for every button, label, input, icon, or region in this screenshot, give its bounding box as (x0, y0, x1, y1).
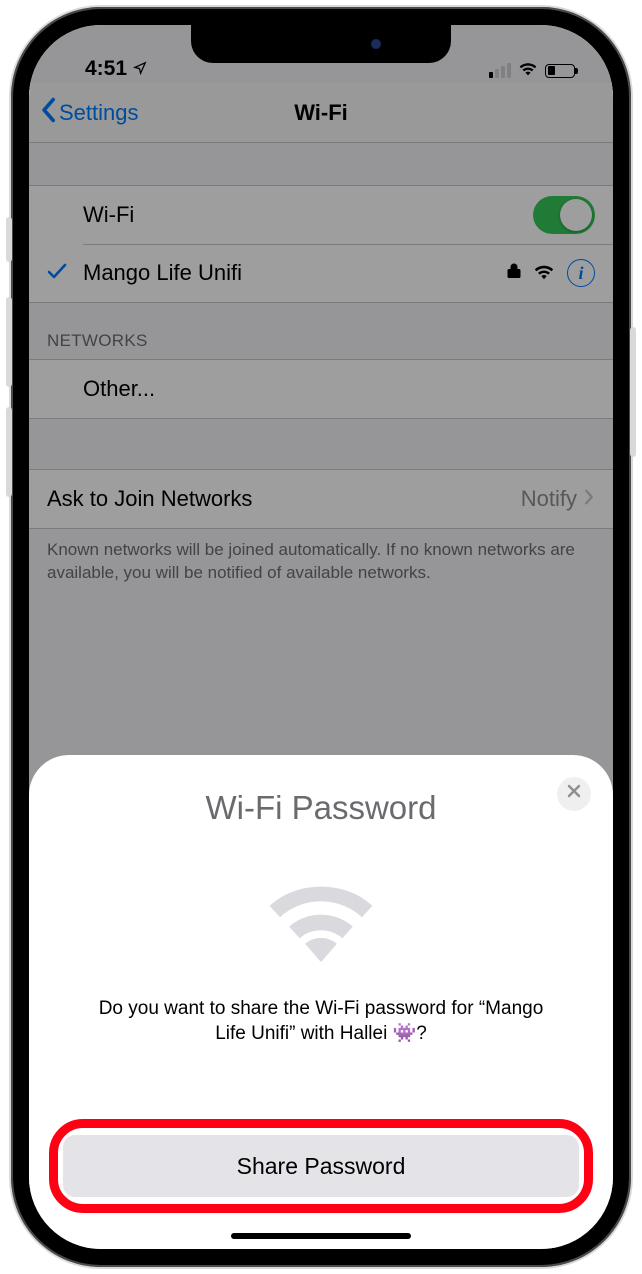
close-button[interactable] (557, 777, 591, 811)
share-password-button[interactable]: Share Password (63, 1135, 579, 1197)
home-indicator[interactable] (231, 1233, 411, 1239)
share-password-sheet: Wi-Fi Password Do you want to share the … (29, 755, 613, 1249)
close-icon (567, 784, 581, 803)
sheet-message: Do you want to share the Wi-Fi password … (91, 996, 551, 1047)
sheet-title: Wi-Fi Password (205, 789, 436, 827)
wifi-icon (246, 857, 396, 972)
